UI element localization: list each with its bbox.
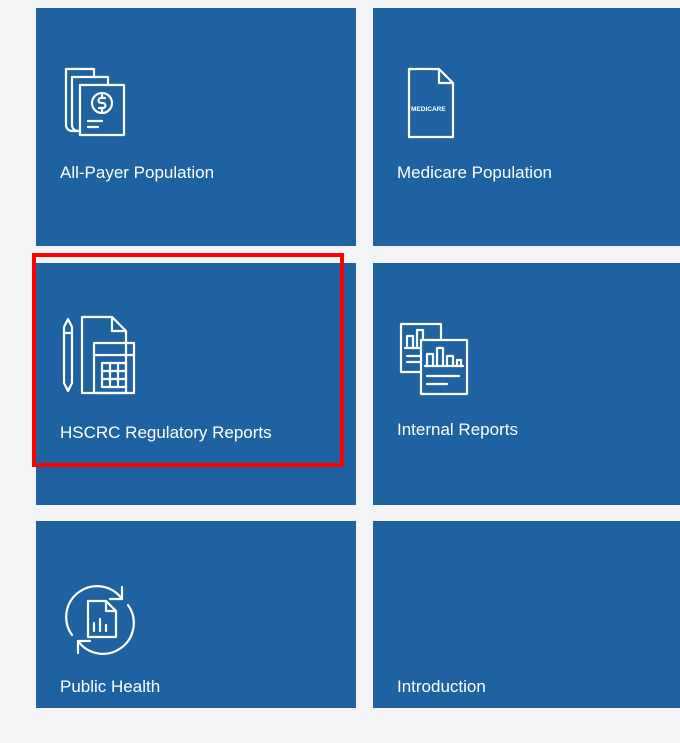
tile-label: All-Payer Population (60, 163, 215, 182)
tile-medicare-population[interactable]: MEDICARE Medicare Population (373, 8, 680, 246)
payer-document-dollar-icon (58, 63, 148, 143)
refresh-document-chart-icon (58, 579, 148, 659)
svg-text:MEDICARE: MEDICARE (411, 106, 446, 113)
tile-label: Medicare Population (397, 163, 552, 182)
tile-label: Public Health (60, 677, 161, 696)
tile-all-payer-population[interactable]: All-Payer Population (36, 8, 356, 246)
tile-label: Internal Reports (397, 420, 518, 439)
pencil-calculator-document-icon (58, 313, 158, 397)
tile-label: HSCRC Regulatory Reports (60, 423, 272, 442)
medicare-document-icon: MEDICARE (395, 63, 465, 143)
tile-internal-reports[interactable]: Internal Reports (373, 263, 680, 505)
chart-reports-icon (395, 318, 485, 398)
tile-introduction[interactable]: Introduction (373, 521, 680, 711)
tile-public-health[interactable]: Public Health (36, 521, 356, 711)
tile-label: Introduction (397, 677, 486, 696)
page-footer-strip (0, 708, 680, 743)
tile-hscrc-regulatory-reports[interactable]: HSCRC Regulatory Reports (36, 263, 356, 505)
